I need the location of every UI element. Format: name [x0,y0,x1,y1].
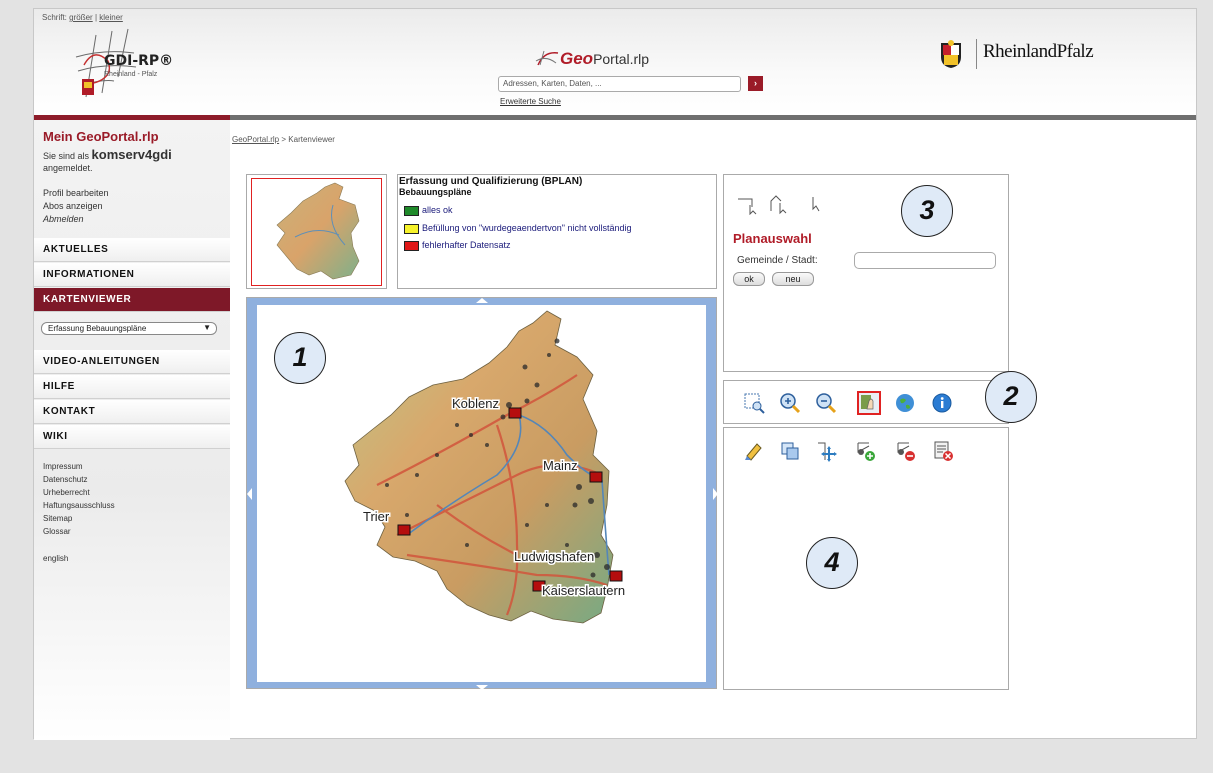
footer-haftung[interactable]: Haftungsausschluss [43,501,115,510]
login-prefix: Sie sind als [43,151,90,161]
ok-button[interactable]: ok [733,272,765,286]
overview-extent-frame [251,178,382,286]
rlp-logo-text[interactable]: RheinlandPfalz [983,41,1094,63]
footer-sitemap[interactable]: Sitemap [43,514,72,523]
legend-title: Erfassung und Qualifizierung (BPLAN) [399,176,583,187]
neu-button[interactable]: neu [772,272,814,286]
callout-2: 2 [985,371,1037,423]
legend-subtitle: Bebauungspläne [399,187,472,197]
zoom-out-icon[interactable] [815,392,837,414]
advanced-search-link[interactable]: Erweiterte Suche [500,97,561,106]
geoportal-logo[interactable]: GeoPortal.rlp [534,49,649,69]
callout-3: 3 [901,185,953,237]
font-separator: | [94,13,98,22]
nav-wiki[interactable]: WIKI [34,425,230,449]
footer-urheberrecht[interactable]: Urheberrecht [43,488,90,497]
plan-selection-panel: Planauswahl Gemeinde / Stadt: ok neu [723,174,1009,372]
nav-kartenviewer[interactable]: KARTENVIEWER [34,288,230,312]
legend-item-ok: alles ok [404,205,453,216]
header: Schrift: größer | kleiner GDI-RP® Rheinl… [34,9,1196,116]
font-size-controls: Schrift: größer | kleiner [42,13,123,22]
footer-impressum[interactable]: Impressum [43,462,83,471]
geoportal-logo-portal: Portal.rlp [593,51,650,67]
legend-label-ok: alles ok [422,205,453,215]
zoom-in-icon[interactable] [779,392,801,414]
login-suffix: angemeldet. [43,163,93,173]
legend-item-error: fehlerhafter Datensatz [404,240,511,251]
gemeinde-label: Gemeinde / Stadt: [737,255,818,266]
legend-swatch-yellow [404,223,419,234]
select-point-icon[interactable] [808,193,830,215]
gemeinde-input[interactable] [854,252,996,269]
rlp-crest-icon [941,40,961,68]
edit-pencil-icon[interactable] [743,440,765,462]
profile-edit-link[interactable]: Profil bearbeiten [43,188,109,198]
nav-informationen[interactable]: INFORMATIONEN [34,263,230,287]
legend-panel: Erfassung und Qualifizierung (BPLAN) Beb… [397,174,717,289]
callout-1: 1 [274,332,326,384]
chevron-down-icon: ▼ [203,323,211,332]
gdi-logo-text: GDI-RP® [104,53,174,69]
legend-label-incomplete: Befüllung von "wurdegeaendertvon" nicht … [422,223,632,233]
nav-video-anleitungen[interactable]: VIDEO-ANLEITUNGEN [34,350,230,374]
sidebar-title: Mein GeoPortal.rlp [43,129,159,144]
map-toolbar [723,380,1009,424]
map-select-value: Erfassung Bebauungspläne [48,324,147,333]
abos-link[interactable]: Abos anzeigen [43,201,103,211]
username: komserv4gdi [91,147,172,162]
copy-geometry-icon[interactable] [779,440,801,462]
select-rectangle-icon[interactable] [736,193,758,215]
font-size-label: Schrift: [42,13,67,22]
footer-glossar[interactable]: Glossar [43,527,71,536]
select-polygon-icon[interactable] [768,193,790,215]
legend-label-error: fehlerhafter Datensatz [422,240,511,250]
footer-datenschutz[interactable]: Datenschutz [43,475,87,484]
nav-aktuelles[interactable]: AKTUELLES [34,238,230,262]
gdi-logo-subtitle: Rheinland - Pfalz [104,71,158,78]
page: Schrift: größer | kleiner GDI-RP® Rheinl… [33,8,1197,740]
sidebar: Mein GeoPortal.rlp Sie sind als komserv4… [34,120,230,740]
overview-map[interactable] [246,174,387,289]
geoportal-globe-icon [535,50,559,66]
legend-item-incomplete: Befüllung von "wurdegeaendertvon" nicht … [404,223,632,234]
footer-english[interactable]: english [43,554,68,563]
search-input[interactable]: Adressen, Karten, Daten, ... [498,76,741,92]
breadcrumb-separator: > [281,135,287,144]
move-geometry-icon[interactable] [815,440,837,462]
breadcrumb: GeoPortal.rlp > Kartenviewer [232,135,335,144]
rlp-divider [976,39,977,69]
pan-icon[interactable] [857,391,881,415]
geoportal-logo-geo: Geo [560,49,594,68]
nav-kontakt[interactable]: KONTAKT [34,400,230,424]
map-select[interactable]: Erfassung Bebauungspläne ▼ [41,322,217,335]
callout-4: 4 [806,537,858,589]
breadcrumb-home[interactable]: GeoPortal.rlp [232,135,279,144]
legend-swatch-green [404,205,419,216]
breadcrumb-current: Kartenviewer [288,135,335,144]
login-status: Sie sind als komserv4gdi [43,147,172,162]
add-vertex-icon[interactable] [855,440,877,462]
plan-title: Planauswahl [733,231,812,246]
search-button[interactable]: › [748,76,763,91]
result-panel [723,427,1009,690]
nav-hilfe[interactable]: HILFE [34,375,230,399]
font-bigger-link[interactable]: größer [69,13,93,22]
logout-link[interactable]: Abmelden [43,214,84,224]
full-extent-globe-icon[interactable] [894,392,916,414]
delete-all-icon[interactable] [932,440,954,462]
info-icon[interactable] [931,392,953,414]
legend-swatch-red [404,240,419,251]
delete-vertex-icon[interactable] [895,440,917,462]
font-smaller-link[interactable]: kleiner [99,13,123,22]
zoom-box-icon[interactable] [743,392,765,414]
